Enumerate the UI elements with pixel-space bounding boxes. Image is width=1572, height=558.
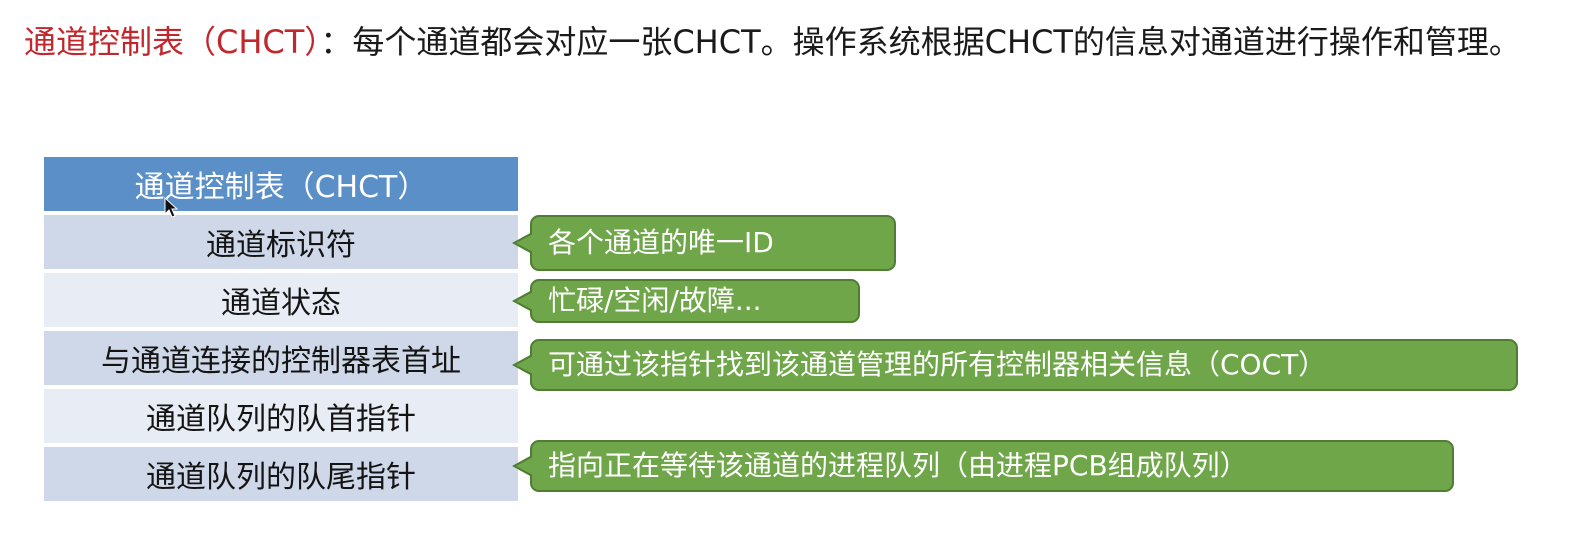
row-controller-table-address: 与通道连接的控制器表首址: [44, 331, 518, 385]
callout-controller-table: 可通过该指针找到该通道管理的所有控制器相关信息（COCT）: [512, 339, 1518, 391]
intro-paragraph: 通道控制表（CHCT）：每个通道都会对应一张CHCT。操作系统根据CHCT的信息…: [24, 18, 1554, 66]
row-channel-id: 通道标识符: [44, 215, 518, 269]
row-queue-tail-pointer: 通道队列的队尾指针: [44, 447, 518, 501]
callout-channel-id: 各个通道的唯一ID: [512, 215, 896, 271]
intro-sentence: ：每个通道都会对应一张CHCT。操作系统根据CHCT的信息对通道进行操作和管理。: [320, 23, 1521, 61]
callout-channel-status: 忙碌/空闲/故障...: [512, 279, 860, 323]
chct-table-header: 通道控制表（CHCT）: [44, 157, 518, 211]
mouse-cursor-icon: [164, 197, 178, 218]
intro-term: 通道控制表（CHCT）: [24, 23, 321, 61]
row-queue-head-pointer: 通道队列的队首指针: [44, 389, 518, 443]
chct-table: 通道控制表（CHCT） 通道标识符 通道状态 与通道连接的控制器表首址 通道队列…: [44, 157, 518, 505]
callout-process-queue: 指向正在等待该通道的进程队列（由进程PCB组成队列）: [512, 440, 1454, 492]
row-channel-status: 通道状态: [44, 273, 518, 327]
